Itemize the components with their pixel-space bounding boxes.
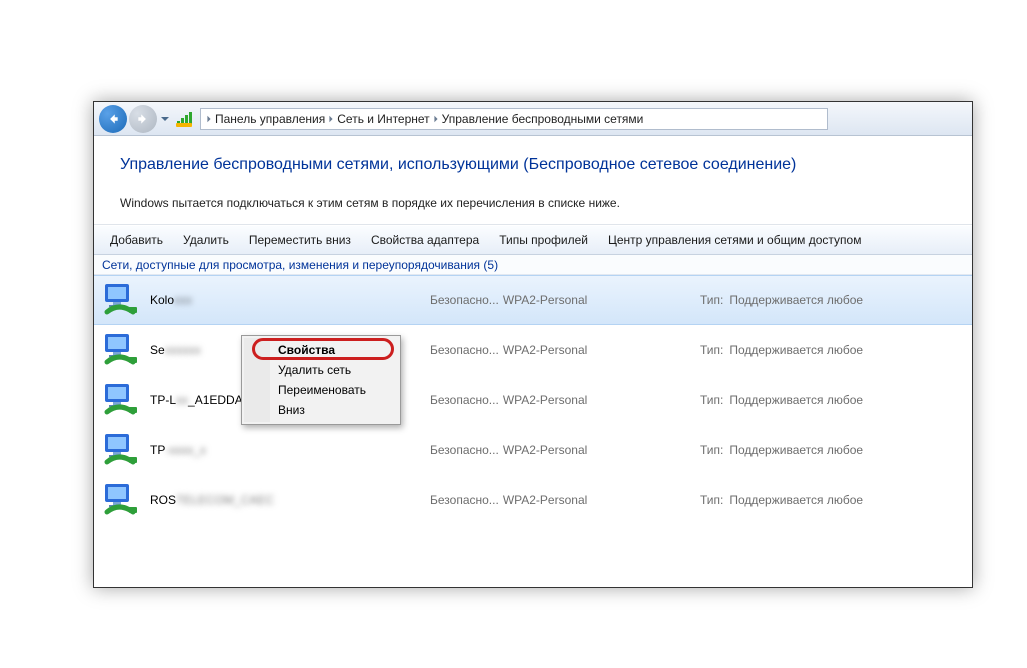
network-security: Безопасно...WPA2-Personal xyxy=(430,393,700,407)
group-header: Сети, доступные для просмотра, изменения… xyxy=(94,255,972,275)
page-title: Управление беспроводными сетями, использ… xyxy=(120,156,946,174)
toolbar-remove[interactable]: Удалить xyxy=(173,225,239,255)
context-menu-properties[interactable]: Свойства xyxy=(270,340,398,360)
network-icon xyxy=(100,379,142,421)
chevron-right-icon xyxy=(430,115,442,123)
context-menu-delete[interactable]: Удалить сеть xyxy=(270,360,398,380)
network-security: Безопасно...WPA2-Personal xyxy=(430,343,700,357)
back-button[interactable] xyxy=(99,105,127,133)
network-type: Тип:Поддерживается любое xyxy=(700,293,962,307)
toolbar-adapter-properties[interactable]: Свойства адаптера xyxy=(361,225,489,255)
network-icon xyxy=(100,429,142,471)
network-icon xyxy=(100,479,142,521)
forward-button[interactable] xyxy=(129,105,157,133)
command-toolbar: Добавить Удалить Переместить вниз Свойст… xyxy=(94,225,972,255)
context-menu-move-down[interactable]: Вниз xyxy=(270,400,398,420)
nav-history-dropdown[interactable] xyxy=(158,108,172,130)
breadcrumb-item-network-internet[interactable]: Сеть и Интернет xyxy=(337,112,429,126)
breadcrumb-item-wireless-management[interactable]: Управление беспроводными сетями xyxy=(442,112,644,126)
network-name: Koloxxx xyxy=(150,293,430,307)
context-menu: Свойства Удалить сеть Переименовать Вниз xyxy=(241,335,401,425)
network-row[interactable]: TP-xxxx_x Безопасно...WPA2-Personal Тип:… xyxy=(94,425,972,475)
toolbar-add[interactable]: Добавить xyxy=(100,225,173,255)
chevron-right-icon xyxy=(203,115,215,123)
network-row[interactable]: ROSTELECOM_CAEC Безопасно...WPA2-Persona… xyxy=(94,475,972,525)
explorer-window: Панель управления Сеть и Интернет Управл… xyxy=(93,101,973,588)
network-security: Безопасно...WPA2-Personal xyxy=(430,443,700,457)
page-description: Windows пытается подключаться к этим сет… xyxy=(120,196,946,210)
network-name: TP-xxxx_x xyxy=(150,443,430,457)
network-list: Koloxxx Безопасно...WPA2-Personal Тип:По… xyxy=(94,275,972,525)
breadcrumb-item-control-panel[interactable]: Панель управления xyxy=(215,112,325,126)
network-icon xyxy=(100,279,142,321)
page-header: Управление беспроводными сетями, использ… xyxy=(94,136,972,225)
toolbar-move-down[interactable]: Переместить вниз xyxy=(239,225,361,255)
toolbar-network-center[interactable]: Центр управления сетями и общим доступом xyxy=(598,225,872,255)
network-security: Безопасно...WPA2-Personal xyxy=(430,293,700,307)
network-name: ROSTELECOM_CAEC xyxy=(150,493,430,507)
network-type: Тип:Поддерживается любое xyxy=(700,393,962,407)
wifi-adapter-icon xyxy=(174,109,194,129)
toolbar-profile-types[interactable]: Типы профилей xyxy=(489,225,598,255)
network-type: Тип:Поддерживается любое xyxy=(700,493,962,507)
network-row[interactable]: Sexxxxxx Безопасно...WPA2-Personal Тип:П… xyxy=(94,325,972,375)
network-type: Тип:Поддерживается любое xyxy=(700,443,962,457)
navbar: Панель управления Сеть и Интернет Управл… xyxy=(94,102,972,136)
network-type: Тип:Поддерживается любое xyxy=(700,343,962,357)
network-row[interactable]: TP-Lxx_A1EDDA Безопасно...WPA2-Personal … xyxy=(94,375,972,425)
context-menu-rename[interactable]: Переименовать xyxy=(270,380,398,400)
chevron-right-icon xyxy=(325,115,337,123)
network-security: Безопасно...WPA2-Personal xyxy=(430,493,700,507)
network-icon xyxy=(100,329,142,371)
network-row[interactable]: Koloxxx Безопасно...WPA2-Personal Тип:По… xyxy=(94,275,972,325)
breadcrumb[interactable]: Панель управления Сеть и Интернет Управл… xyxy=(200,108,828,130)
